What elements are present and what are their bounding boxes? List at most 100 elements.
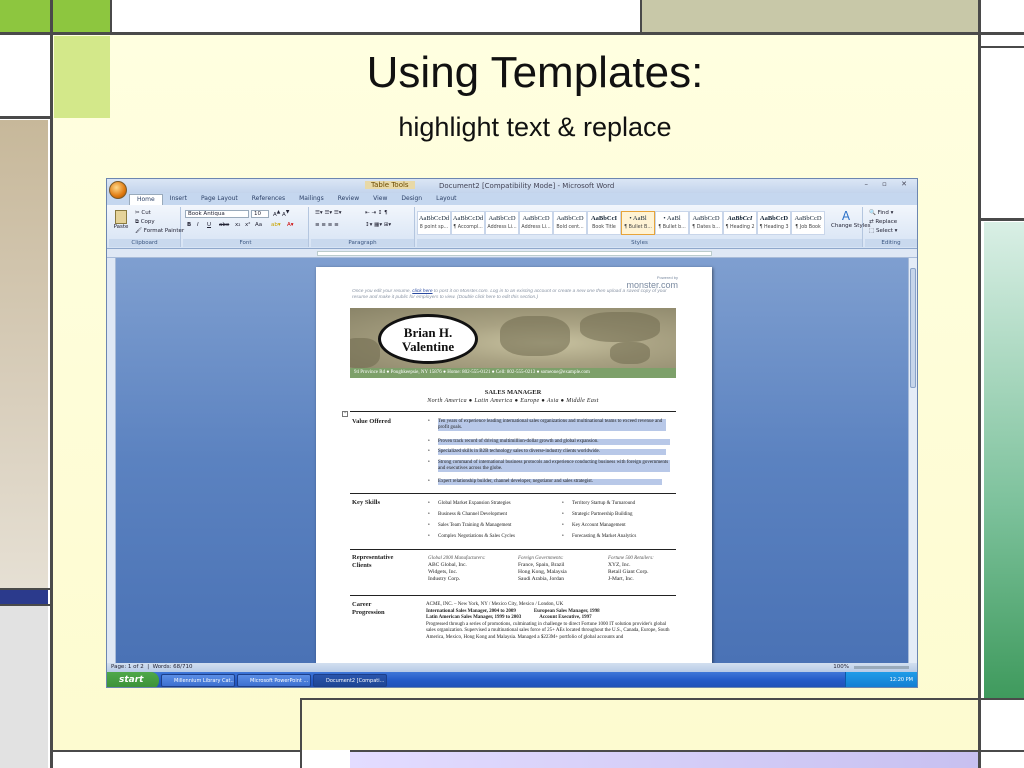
value-bullet[interactable]: Specialized skills in B2B technology sal… — [428, 449, 666, 455]
vertical-ruler[interactable] — [107, 258, 116, 663]
tab-view[interactable]: View — [366, 194, 394, 205]
align-icon[interactable]: ≡ ≡ ≡ ≡ — [315, 222, 339, 228]
style-sample: AaBbCcD — [692, 215, 720, 222]
select-label: Select — [875, 228, 893, 234]
window-controls[interactable]: – ▫ ✕ — [864, 180, 913, 188]
font-size-select[interactable]: 10 — [251, 210, 269, 218]
value-bullet[interactable]: Ten years of experience leading internat… — [428, 419, 666, 431]
style-sample: AaBbCcI — [727, 215, 753, 222]
paste-button[interactable]: Paste — [112, 210, 130, 230]
clients-column: Fortune 500 Retailers: XYZ, Inc. Retail … — [608, 555, 654, 583]
frame-line — [0, 116, 52, 119]
style-item[interactable]: AaBbCcD Bold cent... — [553, 211, 587, 235]
skill-item: Forecasting & Market Analytics — [562, 534, 636, 540]
strikethrough-icon[interactable]: abe — [219, 222, 229, 228]
tab-review[interactable]: Review — [331, 194, 366, 205]
change-case-icon[interactable]: Aa — [255, 222, 262, 228]
vertical-scrollbar[interactable] — [908, 258, 917, 663]
scrollbar-thumb[interactable] — [910, 268, 916, 388]
tab-references[interactable]: References — [245, 194, 292, 205]
bullets-icon[interactable]: ☰▾ ☰▾ ☰▾ — [315, 210, 342, 216]
font-color-icon[interactable]: A▾ — [287, 222, 294, 228]
format-painter-label: Format Painter — [143, 228, 185, 234]
clients-column: Global 2000 Manufacturers: ABC Global, I… — [428, 555, 486, 583]
replace-button[interactable]: ⇄ Replace — [869, 219, 897, 225]
underline-button[interactable]: U — [207, 222, 211, 228]
style-name: ¶ Accompl... — [453, 225, 483, 230]
word-window-screenshot: Table Tools Document2 [Compatibility Mod… — [106, 178, 918, 688]
page-count[interactable]: Page: 1 of 2 — [111, 664, 144, 670]
frame-line — [980, 218, 1024, 221]
italic-button[interactable]: I — [197, 222, 199, 228]
superscript-icon[interactable]: x² — [245, 222, 250, 228]
style-sample: AaBbCcD — [522, 215, 550, 222]
bold-button[interactable]: B — [187, 222, 191, 228]
zoom-level[interactable]: 100% — [833, 663, 849, 672]
font-grow-shrink-icon[interactable]: A▲ A▼ — [273, 210, 289, 218]
taskbar-item-active[interactable]: Document2 [Compati... — [313, 674, 387, 687]
ruler-inner — [317, 251, 712, 256]
client-item: Retail Giant Corp. — [608, 569, 649, 575]
table-move-handle-icon[interactable]: + — [342, 411, 348, 417]
styles-group-label: Styles — [417, 239, 862, 247]
clock[interactable]: 12:20 PM — [890, 677, 913, 683]
job-headline: SALES MANAGER — [484, 389, 542, 396]
start-button[interactable]: start — [107, 672, 159, 687]
value-bullet[interactable]: Proven track record of driving multimill… — [428, 439, 670, 445]
taskbar-item[interactable]: Millennium Library Cat... — [161, 674, 235, 687]
tab-layout[interactable]: Layout — [429, 194, 463, 205]
style-item[interactable]: AaBbCcI ¶ Heading 2 — [723, 211, 757, 235]
style-item[interactable]: AaBbCcD Address Li... — [519, 211, 553, 235]
horizontal-ruler[interactable] — [107, 249, 917, 258]
cut-button[interactable]: ✂ Cut — [135, 210, 151, 216]
find-label: Find — [877, 210, 889, 216]
taskbar-item[interactable]: Microsoft PowerPoint ... — [237, 674, 311, 687]
office-button-icon[interactable] — [109, 181, 127, 199]
value-bullet[interactable]: Expert relationship builder, channel dev… — [428, 479, 662, 485]
style-item[interactable]: AaBbCcDd 8 point sp... — [417, 211, 451, 235]
client-item: Saudi Arabia, Jordan — [518, 576, 564, 582]
career-heading-line: Career — [352, 601, 372, 608]
style-name: ¶ Heading 3 — [759, 225, 789, 230]
format-painter-button[interactable]: 🖌 Format Painter — [135, 228, 184, 234]
document-page[interactable]: Powered by monster.com Once you edit you… — [316, 267, 712, 663]
name-last: Valentine — [401, 339, 455, 354]
style-name: ¶ Dates b... — [692, 225, 720, 230]
tab-page-layout[interactable]: Page Layout — [194, 194, 245, 205]
style-item[interactable]: AaBbCcD ¶ Job Book — [791, 211, 825, 235]
copy-button[interactable]: ⧉ Copy — [135, 219, 155, 226]
client-item: XYZ, Inc. — [608, 562, 631, 568]
style-item-selected[interactable]: • AaBl ¶ Bullet B... — [621, 211, 655, 235]
style-item[interactable]: AaBbCcD Address Li... — [485, 211, 519, 235]
click-here-link[interactable]: click here — [412, 289, 432, 294]
style-sample: • AaBl — [663, 215, 681, 222]
style-item[interactable]: AaBbCcD ¶ Heading 3 — [757, 211, 791, 235]
section-divider — [350, 493, 676, 494]
value-bullet[interactable]: Strong command of international business… — [428, 460, 670, 472]
highlight-color-icon[interactable]: ab▾ — [271, 222, 281, 228]
find-button[interactable]: 🔍 Find ▾ — [869, 210, 893, 216]
select-button[interactable]: ⬚ Select ▾ — [869, 228, 897, 234]
subscript-icon[interactable]: x₂ — [235, 222, 240, 228]
map-decoration — [580, 312, 660, 342]
style-item[interactable]: • AaBl ¶ Bullet b... — [655, 211, 689, 235]
tab-design[interactable]: Design — [394, 194, 429, 205]
font-name-select[interactable]: Book Antiqua — [185, 210, 249, 218]
client-item: France, Spain, Brazil — [518, 562, 565, 568]
word-count[interactable]: Words: 68/710 — [153, 664, 193, 670]
skill-item: Sales Team Training & Management — [428, 523, 511, 529]
style-item[interactable]: AaBbCcDd ¶ Accompl... — [451, 211, 485, 235]
section-heading-key-skills: Key Skills — [352, 499, 380, 506]
style-item[interactable]: AaBbCcI Book Title — [587, 211, 621, 235]
tab-insert[interactable]: Insert — [163, 194, 194, 205]
change-styles-button[interactable]: A Change Styles — [831, 209, 871, 229]
clients-heading-line: Clients — [352, 562, 372, 569]
tab-home[interactable]: Home — [129, 194, 163, 205]
resume-header-banner: Brian H. Valentine 94 Province Rd ● Poug… — [350, 308, 676, 378]
lavender-block-bottom — [350, 752, 980, 768]
style-item[interactable]: AaBbCcD ¶ Dates b... — [689, 211, 723, 235]
tab-mailings[interactable]: Mailings — [292, 194, 331, 205]
indent-icon[interactable]: ⇤ ⇥ ↕ ¶ — [365, 210, 388, 216]
zoom-slider[interactable] — [854, 666, 909, 669]
line-spacing-icon[interactable]: ↕▾ ▦▾ ⊞▾ — [365, 222, 391, 228]
